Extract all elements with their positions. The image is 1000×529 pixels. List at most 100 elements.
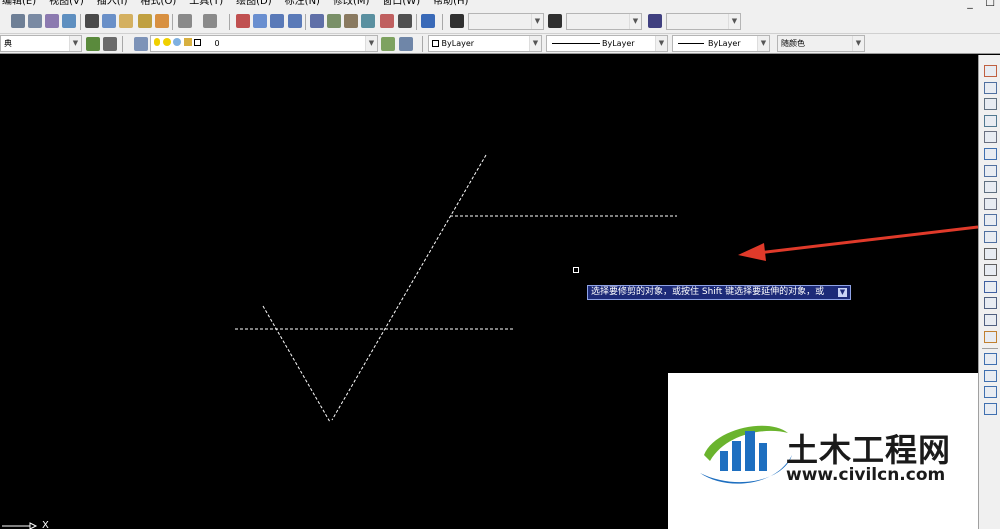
properties-icon[interactable]: [310, 14, 324, 28]
layer-previous-icon[interactable]: [399, 37, 413, 51]
minimize-button[interactable]: _: [960, 0, 980, 10]
standard-toolbar: ▼ ▼ ▼: [0, 10, 1000, 34]
modify-toolbar: [978, 55, 1000, 529]
markup-icon[interactable]: [380, 14, 394, 28]
menu-tools[interactable]: 工具(T): [189, 0, 223, 9]
toolbar-separator: [172, 14, 173, 30]
block-editor-icon[interactable]: [155, 14, 169, 28]
trim-icon[interactable]: [984, 214, 997, 227]
lineweight-preview: [678, 43, 704, 44]
print-icon[interactable]: [11, 14, 25, 28]
text-front-icon[interactable]: [984, 403, 997, 415]
table-style-icon[interactable]: [648, 14, 662, 28]
arrow-shaft: [757, 225, 979, 255]
redo-icon[interactable]: [203, 14, 217, 28]
mirror-icon[interactable]: [984, 98, 997, 111]
diagonal-line-short[interactable]: [262, 305, 331, 423]
erase-icon[interactable]: [984, 65, 997, 77]
ucs-arrowhead: [29, 522, 38, 529]
copy-icon[interactable]: [102, 14, 116, 28]
design-center-icon[interactable]: [327, 14, 341, 28]
help-icon[interactable]: [421, 14, 435, 28]
chevron-down-icon: ▼: [529, 36, 541, 51]
break-icon[interactable]: [984, 264, 997, 277]
menu-insert[interactable]: 插入(I): [97, 0, 128, 9]
plotstyle-value: 随颜色: [781, 39, 805, 48]
zoom-realtime-icon[interactable]: [253, 14, 267, 28]
break-at-point-icon[interactable]: [984, 247, 997, 260]
3d-dwf-icon[interactable]: [62, 14, 76, 28]
draworder-back-icon[interactable]: [984, 386, 997, 399]
cut-icon[interactable]: [85, 14, 99, 28]
publish-icon[interactable]: [45, 14, 59, 28]
text-style-select[interactable]: ▼: [468, 13, 544, 30]
join-icon[interactable]: [984, 280, 997, 293]
chevron-down-icon: ▼: [852, 36, 864, 51]
paste-icon[interactable]: [119, 14, 133, 28]
make-current-layer-icon[interactable]: [381, 37, 395, 51]
menu-bar: 编辑(E) 视图(V) 插入(I) 格式(O) 工具(T) 绘图(D) 标注(N…: [0, 0, 1000, 10]
linetype-select[interactable]: ByLayer ▼: [546, 35, 668, 52]
lineweight-select[interactable]: ByLayer ▼: [672, 35, 770, 52]
dim-style-icon[interactable]: [548, 14, 562, 28]
calculator-icon[interactable]: [398, 14, 412, 28]
logo-building-4: [759, 443, 767, 471]
tool-palettes-icon[interactable]: [344, 14, 358, 28]
layer-select[interactable]: 0 ▼: [150, 35, 378, 52]
offset-icon[interactable]: [984, 114, 997, 127]
red-arrow-annotation: [738, 225, 979, 261]
viewport-freeze-icon: [173, 38, 182, 46]
dynamic-input-tooltip: 选择要修剪的对象，或按住 Shift 键选择要延伸的对象，或 ▼: [587, 285, 851, 300]
chevron-down-icon: ▼: [365, 36, 377, 51]
menu-dimension[interactable]: 标注(N): [285, 0, 320, 9]
zoom-window-icon[interactable]: [270, 14, 284, 28]
sheet-set-icon[interactable]: [361, 14, 375, 28]
menu-format[interactable]: 格式(O): [141, 0, 177, 9]
menu-edit[interactable]: 编辑(E): [2, 0, 36, 9]
diagonal-line-long[interactable]: [331, 154, 487, 421]
toolbar-separator: [80, 14, 81, 30]
toolbar-separator: [229, 14, 230, 30]
draworder-icon[interactable]: [984, 353, 997, 366]
array-icon[interactable]: [984, 131, 997, 144]
menu-view[interactable]: 视图(V): [49, 0, 84, 9]
plotstyle-select[interactable]: 随颜色 ▼: [777, 35, 865, 52]
stretch-icon[interactable]: [984, 197, 997, 210]
restore-button[interactable]: ☐: [980, 0, 1000, 10]
tooltip-options-icon[interactable]: ▼: [838, 288, 847, 297]
layer-properties-icon[interactable]: [134, 37, 148, 51]
dim-style-select[interactable]: ▼: [566, 13, 642, 30]
ucs-x-label: X: [42, 520, 49, 529]
undo-icon[interactable]: [178, 14, 192, 28]
menu-help[interactable]: 帮助(H): [433, 0, 468, 9]
table-style-select[interactable]: ▼: [666, 13, 741, 30]
menu-window[interactable]: 窗口(W): [382, 0, 420, 9]
draworder-front-icon[interactable]: [984, 369, 997, 382]
workspace-select[interactable]: 典 ▼: [0, 35, 82, 52]
color-select[interactable]: ByLayer ▼: [428, 35, 542, 52]
rotate-icon[interactable]: [984, 164, 997, 177]
print-preview-icon[interactable]: [28, 14, 42, 28]
extend-icon[interactable]: [984, 231, 997, 243]
chamfer-icon[interactable]: [984, 297, 997, 310]
workspace-settings-icon[interactable]: [86, 37, 100, 51]
sun-icon: [162, 38, 171, 46]
pan-icon[interactable]: [236, 14, 250, 28]
logo-building-2: [732, 441, 741, 471]
fillet-icon[interactable]: [984, 314, 997, 326]
chevron-down-icon: ▼: [655, 36, 667, 51]
my-workspace-icon[interactable]: [103, 37, 117, 51]
menu-draw[interactable]: 绘图(D): [236, 0, 272, 9]
chevron-down-icon: ▼: [531, 14, 543, 29]
copy-object-icon[interactable]: [984, 81, 997, 94]
match-properties-icon[interactable]: [138, 14, 152, 28]
scale-icon[interactable]: [984, 181, 997, 194]
zoom-previous-icon[interactable]: [288, 14, 302, 28]
chevron-down-icon: ▼: [629, 14, 641, 29]
explode-icon[interactable]: [984, 330, 997, 343]
menu-modify[interactable]: 修改(M): [333, 0, 369, 9]
text-style-icon[interactable]: [450, 14, 464, 28]
toolbar-separator: [422, 36, 423, 52]
chevron-down-icon: ▼: [757, 36, 769, 51]
move-icon[interactable]: [984, 148, 997, 160]
